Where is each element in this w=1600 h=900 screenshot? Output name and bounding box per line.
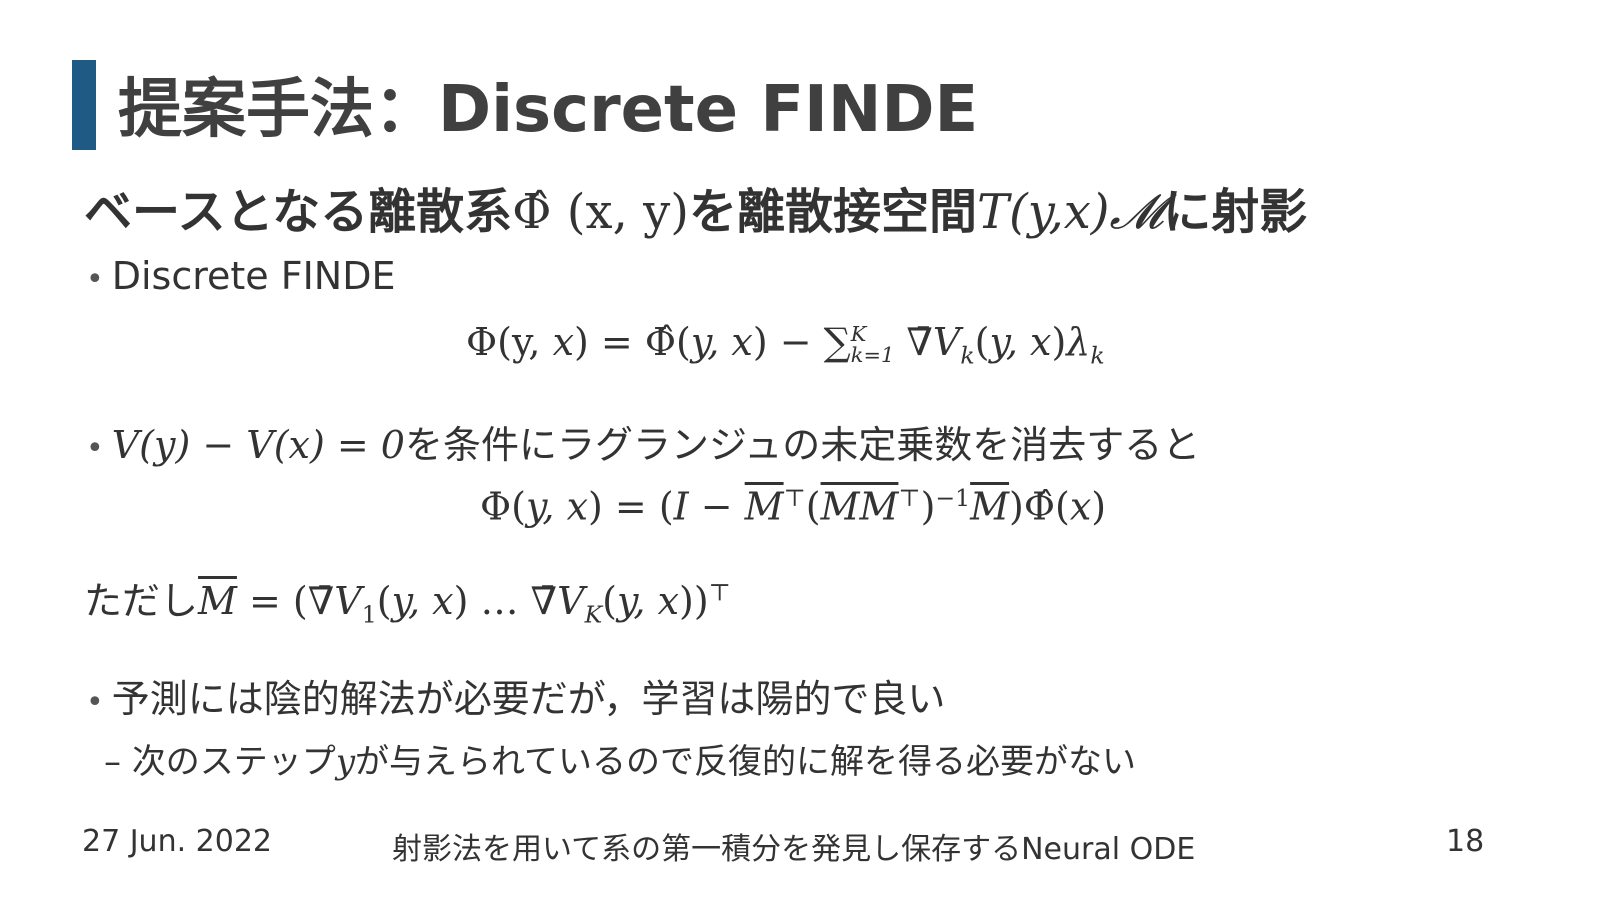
footer-page-number: 18 (1446, 824, 1485, 859)
sub-bullet-text-2: が与えられているので反復的に解を得る必要がない (355, 742, 1137, 782)
subtitle-text-3: に射影 (1163, 184, 1308, 240)
slide-title: 提案手法：Discrete FINDE (118, 73, 979, 147)
bullet-implicit-explicit: • 予測には陰的解法が必要だが，学習は陽的で良い (86, 668, 945, 723)
title-accent-bar (72, 60, 96, 150)
subtitle-text-2: を離散接空間 (688, 184, 977, 240)
bullet-text: Discrete FINDE (111, 254, 396, 298)
footer-date: 27 Jun. 2022 (82, 824, 273, 859)
where-label: ただし (84, 579, 199, 623)
equation-where: ただしM = (∇̄V1(y, x) … ∇̄VK(y, x))⊤ (84, 578, 731, 629)
equation-2: Φ(y, x) = (I − M⊤(MM⊤)−1M)Φ̂(x) (480, 484, 1107, 529)
sub-bullet-text-1: 次のステップ (131, 742, 336, 782)
bullet-text: 予測には陰的解法が必要だが，学習は陽的で良い (111, 677, 946, 721)
bullet-discrete-finde: • Discrete FINDE (86, 254, 396, 298)
bullet-text: を条件にラグランジュの未定乗数を消去すると (404, 423, 1201, 467)
bullet-dot: • (86, 685, 104, 720)
bullet-dot: • (86, 431, 104, 466)
subtitle-math-tangent-space: T(y,x)𝓜 (976, 184, 1164, 240)
bullet-lagrange: • V(y) − V(x) = 0を条件にラグランジュの未定乗数を消去すると (86, 414, 1200, 469)
subtitle-text-1: ベースとなる離散系 (84, 184, 513, 240)
bullet-math: V(y) − V(x) = 0 (111, 423, 405, 467)
bullet-dot: • (86, 262, 104, 297)
slide-subtitle: ベースとなる離散系Φ̂ (x, y)を離散接空間T(y,x)𝓜に射影 (84, 172, 1307, 242)
footer-center-title: 射影法を用いて系の第一積分を発見し保存するNeural ODE (392, 832, 1196, 867)
sub-bullet-dash: – (104, 742, 132, 782)
sub-bullet-math: y (335, 742, 356, 782)
sub-bullet: – 次のステップyが与えられているので反復的に解を得る必要がない (104, 734, 1136, 783)
equation-1: Φ(y, x) = Φ̂(y, x) − ∑ Kk=1 ∇̄Vk(y, x)λk (466, 320, 1105, 370)
subtitle-math-phi: Φ̂ (x, y) (512, 184, 689, 240)
